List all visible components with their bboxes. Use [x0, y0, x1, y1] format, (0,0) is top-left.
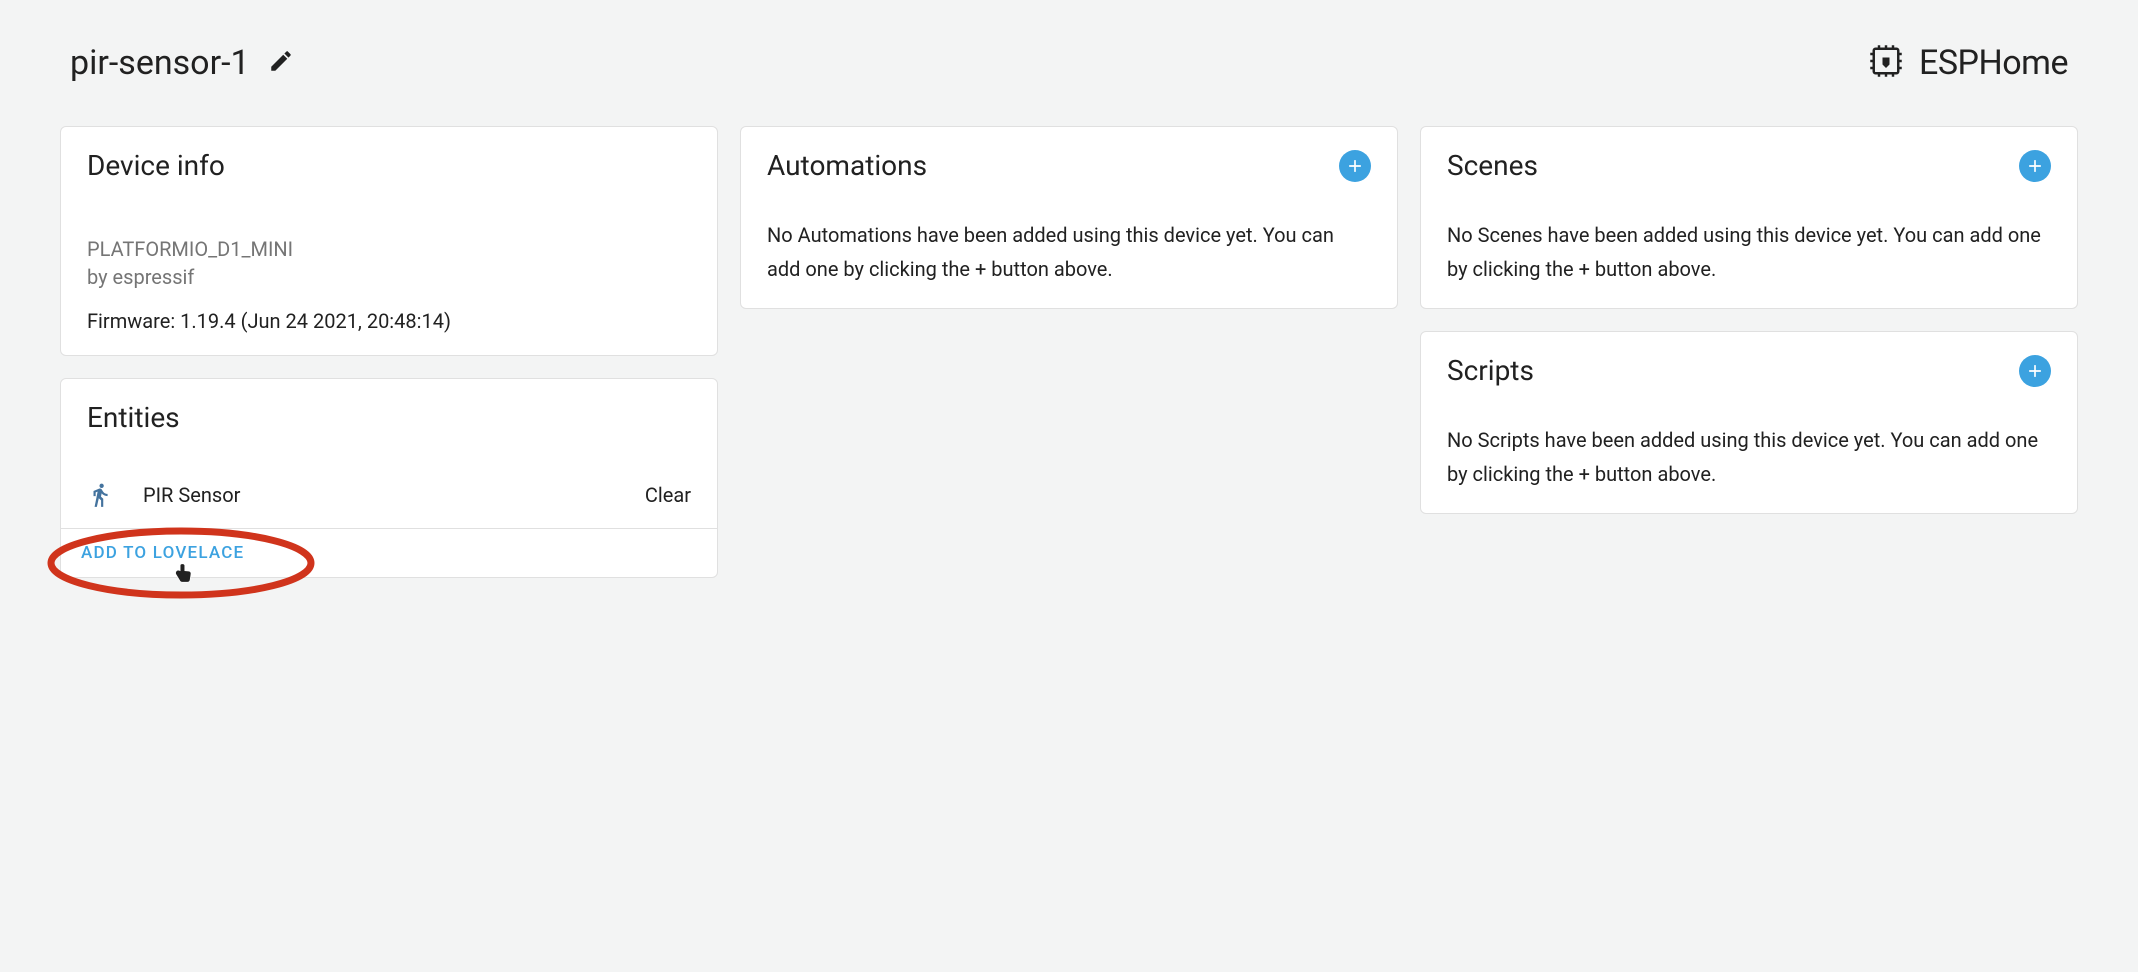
scripts-empty-text: No Scripts have been added using this de… [1447, 423, 2051, 491]
scripts-title: Scripts [1447, 354, 1534, 387]
entities-title: Entities [87, 401, 691, 434]
scenes-card: Scenes No Scenes have been added using t… [1420, 126, 2078, 309]
device-firmware: Firmware: 1.19.4 (Jun 24 2021, 20:48:14) [87, 309, 691, 333]
entity-row[interactable]: PIR Sensor Clear [61, 464, 717, 529]
entities-header: Entities [61, 379, 717, 464]
entity-name: PIR Sensor [135, 483, 645, 507]
pencil-icon[interactable] [268, 48, 294, 78]
plus-icon [2025, 156, 2045, 176]
cards-grid: Device info PLATFORMIO_D1_MINI by espres… [60, 126, 2078, 578]
highlight-annotation [41, 525, 321, 601]
chip-icon [1865, 40, 1907, 86]
brand-name: ESPHome [1919, 43, 2068, 83]
add-script-button[interactable] [2019, 355, 2051, 387]
automations-card: Automations No Automations have been add… [740, 126, 1398, 309]
automations-header: Automations [767, 149, 1371, 182]
device-name: pir-sensor-1 [70, 43, 250, 83]
scenes-empty-text: No Scenes have been added using this dev… [1447, 218, 2051, 286]
add-to-lovelace-button[interactable]: ADD TO LOVELACE [81, 543, 244, 563]
automations-empty-text: No Automations have been added using thi… [767, 218, 1371, 286]
entities-card: Entities PIR Sensor Clear ADD TO LOVELAC… [60, 378, 718, 578]
column-3: Scenes No Scenes have been added using t… [1420, 126, 2078, 514]
device-manufacturer: by espressif [87, 265, 691, 289]
scenes-title: Scenes [1447, 149, 1538, 182]
scripts-header: Scripts [1447, 354, 2051, 387]
scenes-header: Scenes [1447, 149, 2051, 182]
add-scene-button[interactable] [2019, 150, 2051, 182]
column-2: Automations No Automations have been add… [740, 126, 1398, 309]
plus-icon [2025, 361, 2045, 381]
scripts-card: Scripts No Scripts have been added using… [1420, 331, 2078, 514]
device-info-title: Device info [87, 149, 225, 182]
brand: ESPHome [1865, 40, 2068, 86]
device-info-body: PLATFORMIO_D1_MINI by espressif Firmware… [87, 237, 691, 333]
device-info-header: Device info [87, 149, 691, 182]
entities-actions: ADD TO LOVELACE [61, 529, 717, 577]
page-header: pir-sensor-1 ESPHome [60, 40, 2078, 86]
device-title-row: pir-sensor-1 [70, 43, 294, 83]
add-automation-button[interactable] [1339, 150, 1371, 182]
automations-title: Automations [767, 149, 927, 182]
plus-icon [1345, 156, 1365, 176]
cursor-icon [171, 561, 193, 589]
column-1: Device info PLATFORMIO_D1_MINI by espres… [60, 126, 718, 578]
device-info-card: Device info PLATFORMIO_D1_MINI by espres… [60, 126, 718, 356]
walk-icon [87, 480, 135, 510]
device-platform: PLATFORMIO_D1_MINI [87, 237, 691, 261]
entity-state: Clear [645, 483, 691, 507]
